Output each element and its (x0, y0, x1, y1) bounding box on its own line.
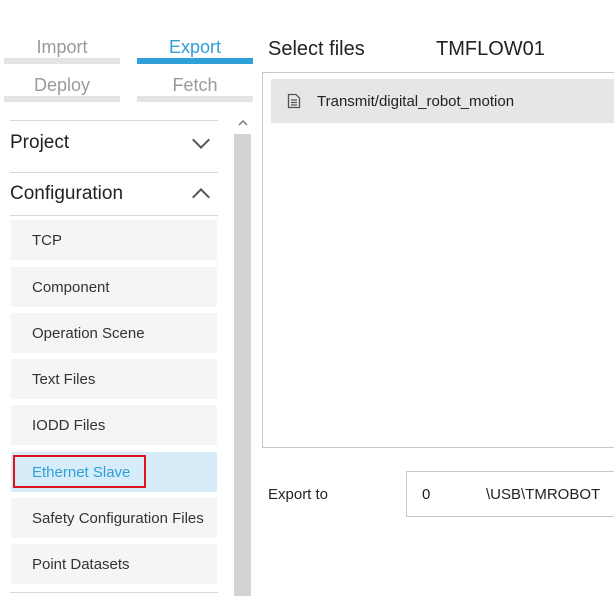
tab-underline (137, 96, 253, 102)
file-list: Transmit/digital_robot_motion (262, 72, 614, 448)
tab-deploy-label: Deploy (33, 75, 91, 95)
tab-underline-active (137, 58, 253, 64)
tab-underline (4, 96, 120, 102)
sidebar-item-ethernet-slave[interactable]: Ethernet Slave (11, 452, 217, 492)
flow-name: TMFLOW01 (436, 38, 545, 60)
divider (10, 592, 218, 593)
export-index: 0 (422, 485, 431, 503)
section-project-label: Project (10, 131, 70, 153)
section-configuration[interactable]: Configuration (10, 172, 218, 216)
sidebar-item-tcp[interactable]: TCP (11, 220, 217, 260)
chevron-up-icon (238, 119, 247, 125)
sidebar-item-operation-scene[interactable]: Operation Scene (11, 313, 217, 353)
file-name: Transmit/digital_robot_motion (317, 92, 515, 110)
scroll-up-button[interactable] (232, 112, 253, 132)
scroll-thumb[interactable] (234, 134, 251, 596)
sidebar-scrollbar[interactable] (232, 112, 253, 596)
tab-import[interactable]: Import (4, 34, 120, 64)
export-path-field[interactable]: 0 \USB\TMROBOT (406, 471, 614, 517)
file-list-item[interactable]: Transmit/digital_robot_motion (271, 79, 614, 123)
sidebar-item-text-files[interactable]: Text Files (11, 359, 217, 399)
section-project[interactable]: Project (10, 120, 218, 164)
sidebar-item-safety-configuration-files[interactable]: Safety Configuration Files (11, 498, 217, 538)
chevron-up-icon (192, 187, 210, 199)
sidebar: Project Configuration TCP Component Oper… (0, 112, 232, 596)
tab-fetch-label: Fetch (172, 75, 218, 95)
tab-fetch[interactable]: Fetch (137, 72, 253, 102)
export-path: \USB\TMROBOT (486, 485, 601, 503)
page-title: Select files (268, 38, 365, 60)
tab-import-label: Import (36, 37, 88, 57)
section-configuration-label: Configuration (10, 183, 124, 204)
sidebar-item-iodd-files[interactable]: IODD Files (11, 405, 217, 445)
tab-export[interactable]: Export (137, 34, 253, 64)
tab-export-label: Export (168, 37, 222, 57)
sidebar-item-component[interactable]: Component (11, 267, 217, 307)
sidebar-item-point-datasets[interactable]: Point Datasets (11, 544, 217, 584)
chevron-down-icon (192, 138, 210, 149)
export-to-label: Export to (268, 486, 329, 503)
tab-deploy[interactable]: Deploy (4, 72, 120, 102)
document-icon (287, 93, 301, 109)
tab-underline (4, 58, 120, 64)
